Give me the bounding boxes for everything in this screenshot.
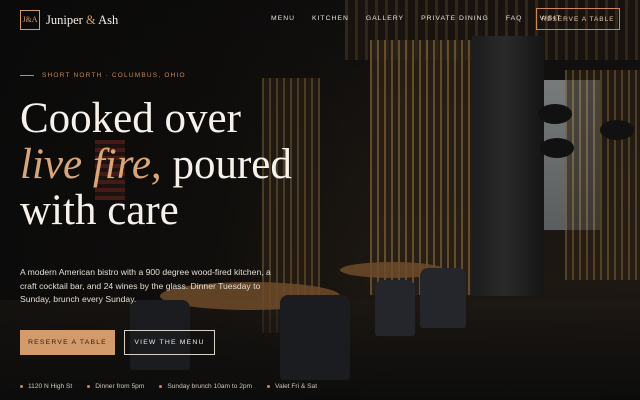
nav-link-gallery[interactable]: GALLERY: [366, 15, 404, 22]
location-eyebrow: SHORT NORTH · COLUMBUS, OHIO: [20, 72, 186, 79]
wood-screen-center: [370, 40, 475, 295]
nav-link-kitchen[interactable]: KITCHEN: [312, 15, 349, 22]
fact-text: Valet Fri & Sat: [275, 383, 318, 390]
bullet-dot-icon: [159, 385, 163, 388]
eyebrow-text: SHORT NORTH · COLUMBUS, OHIO: [42, 72, 186, 79]
headline-line-3: with care: [20, 187, 179, 234]
fact-text: 1120 N High St: [28, 383, 73, 390]
headline-line-2: poured: [161, 141, 292, 188]
logo-monogram: J&A: [20, 10, 40, 30]
headline-line-1: Cooked over: [20, 95, 241, 142]
top-navigation: J&A Juniper & Ash MENU KITCHEN GALLERY P…: [0, 0, 640, 40]
nav-link-private-dining[interactable]: PRIVATE DINING: [421, 15, 489, 22]
chair: [280, 295, 350, 380]
pendant-lamp: [600, 120, 634, 140]
concrete-pillar: [472, 36, 544, 296]
chair: [375, 280, 415, 336]
eyebrow-rule: [20, 75, 34, 76]
brand-name-first: Juniper: [46, 12, 83, 27]
hero-description: A modern American bistro with a 900 degr…: [20, 267, 271, 304]
wood-screen-right: [565, 70, 640, 280]
bullet-dot-icon: [20, 385, 23, 388]
view-menu-button[interactable]: VIEW THE MENU: [124, 330, 215, 355]
nav-reserve-button[interactable]: RESERVE A TABLE: [536, 8, 620, 30]
fact-text: Sunday brunch 10am to 2pm: [167, 383, 253, 390]
pendant-lamp: [538, 104, 572, 124]
hero-headline: Cooked over live fire, poured with care: [20, 96, 340, 234]
brand-name-last: Ash: [98, 12, 119, 27]
headline-emphasis: live fire,: [20, 141, 162, 188]
info-bar: 1120 N High St Dinner from 5pm Sunday br…: [20, 383, 332, 390]
fact-brunch-hours: Sunday brunch 10am to 2pm: [159, 383, 252, 390]
reserve-table-button[interactable]: RESERVE A TABLE: [20, 330, 115, 355]
nav-link-faq[interactable]: FAQ: [506, 15, 523, 22]
fact-dinner-hours: Dinner from 5pm: [87, 383, 144, 390]
nav-link-menu[interactable]: MENU: [271, 15, 295, 22]
fact-address: 1120 N High St: [20, 383, 72, 390]
pendant-lamp: [540, 138, 574, 158]
brand-name: Juniper & Ash: [46, 13, 118, 28]
brand-logo[interactable]: J&A Juniper & Ash: [20, 10, 118, 30]
fact-text: Dinner from 5pm: [95, 383, 145, 390]
chair: [420, 268, 466, 328]
nav-links: MENU KITCHEN GALLERY PRIVATE DINING FAQ …: [271, 15, 578, 22]
fact-valet: Valet Fri & Sat: [267, 383, 317, 390]
bullet-dot-icon: [87, 385, 91, 388]
brand-ampersand: &: [85, 12, 96, 27]
bullet-dot-icon: [267, 385, 271, 388]
